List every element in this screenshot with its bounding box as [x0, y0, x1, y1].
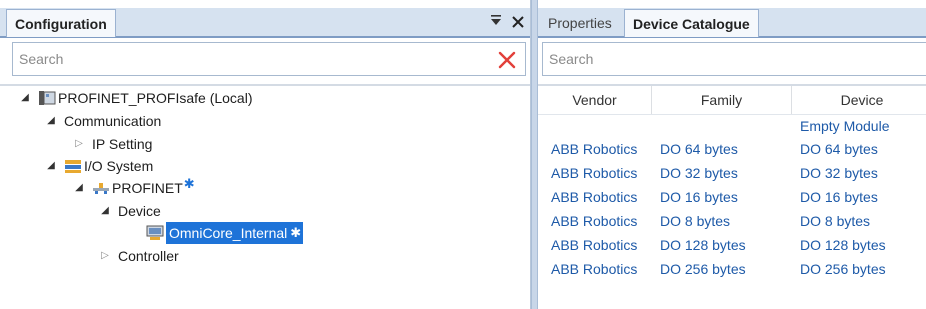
expanded-chevron-icon[interactable]: ◢ [18, 87, 32, 109]
cell-vendor: ABB Robotics [551, 213, 638, 229]
configuration-search-input[interactable] [13, 43, 525, 75]
io-system-icon [64, 158, 82, 174]
cell-vendor: ABB Robotics [551, 237, 638, 253]
tree-item-root[interactable]: ◢ PROFINET_PROFIsafe (Local) [18, 87, 253, 109]
cell-vendor: ABB Robotics [551, 261, 638, 277]
modified-star-icon: ✱ [183, 176, 195, 191]
cell-family: DO 64 bytes [660, 141, 738, 157]
tree-item-io-system[interactable]: ◢ I/O System [44, 155, 153, 177]
cell-family: DO 32 bytes [660, 165, 738, 181]
cell-device: Empty Module [800, 118, 890, 134]
catalogue-table-header: Vendor Family Device [538, 86, 926, 115]
cell-vendor: ABB Robotics [551, 189, 638, 205]
dropdown-icon[interactable] [490, 14, 502, 32]
cell-vendor: ABB Robotics [551, 141, 638, 157]
tree-label-ip-setting: IP Setting [92, 136, 153, 152]
clear-search-icon[interactable] [497, 50, 517, 70]
column-header-device[interactable]: Device [792, 86, 926, 114]
tree-label-device: Device [118, 203, 161, 219]
station-icon [38, 90, 56, 106]
modified-star-icon: ✱ [290, 222, 304, 244]
expanded-chevron-icon[interactable]: ◢ [98, 200, 112, 222]
collapsed-chevron-icon[interactable]: ▷ [72, 133, 86, 155]
tree-label-controller: Controller [118, 248, 179, 264]
cell-device: DO 8 bytes [800, 213, 871, 229]
divider [0, 84, 530, 86]
tree-label-root: PROFINET_PROFIsafe (Local) [58, 90, 253, 106]
tab-device-catalogue[interactable]: Device Catalogue [624, 9, 759, 37]
cell-family: DO 256 bytes [660, 261, 746, 277]
configuration-tabstrip: Configuration [0, 8, 530, 38]
cell-family: DO 128 bytes [660, 237, 746, 253]
cell-device: DO 128 bytes [800, 237, 886, 253]
tree-label-profinet: PROFINET [112, 180, 183, 196]
device-icon [146, 225, 164, 241]
network-icon [92, 180, 110, 196]
cell-device: DO 64 bytes [800, 141, 878, 157]
collapsed-chevron-icon[interactable]: ▷ [98, 245, 112, 267]
catalogue-search-input[interactable] [543, 43, 926, 75]
configuration-panel: Configuration ◢ PROFINET_PROFIsafe (Loca… [0, 0, 531, 309]
cell-family: DO 16 bytes [660, 189, 738, 205]
tree-label-omnicore-internal: OmniCore_Internal [166, 222, 291, 244]
cell-family: DO 8 bytes [660, 213, 731, 229]
tab-configuration[interactable]: Configuration [6, 9, 116, 37]
catalogue-panel: Properties Device Catalogue Vendor Famil… [538, 0, 926, 309]
cell-device: DO 256 bytes [800, 261, 886, 277]
expanded-chevron-icon[interactable]: ◢ [44, 110, 58, 132]
expanded-chevron-icon[interactable]: ◢ [44, 155, 58, 177]
catalogue-search [542, 42, 926, 76]
tree-label-io-system: I/O System [84, 158, 154, 174]
tree-item-controller[interactable]: ▷ Controller [98, 245, 179, 267]
cell-device: DO 16 bytes [800, 189, 878, 205]
expanded-chevron-icon[interactable]: ◢ [72, 177, 86, 199]
configuration-search [12, 42, 526, 76]
tree-item-communication[interactable]: ◢ Communication [44, 110, 161, 132]
tree-item-device[interactable]: ◢ Device [98, 200, 161, 222]
tree-item-ip-setting[interactable]: ▷ IP Setting [72, 133, 152, 155]
catalogue-tabstrip: Properties Device Catalogue [538, 8, 926, 38]
close-icon[interactable] [512, 15, 524, 32]
cell-device: DO 32 bytes [800, 165, 878, 181]
tree-item-profinet[interactable]: ◢ PROFINET ✱ [72, 176, 195, 199]
tree-label-communication: Communication [64, 113, 162, 129]
column-header-family[interactable]: Family [652, 86, 792, 114]
panel-controls [490, 12, 524, 34]
cell-vendor: ABB Robotics [551, 165, 638, 181]
tab-properties[interactable]: Properties [540, 9, 620, 37]
column-header-vendor[interactable]: Vendor [538, 86, 652, 114]
tree-item-omnicore-internal[interactable]: OmniCore_Internal ✱ [146, 222, 304, 244]
panel-splitter[interactable] [531, 0, 538, 309]
